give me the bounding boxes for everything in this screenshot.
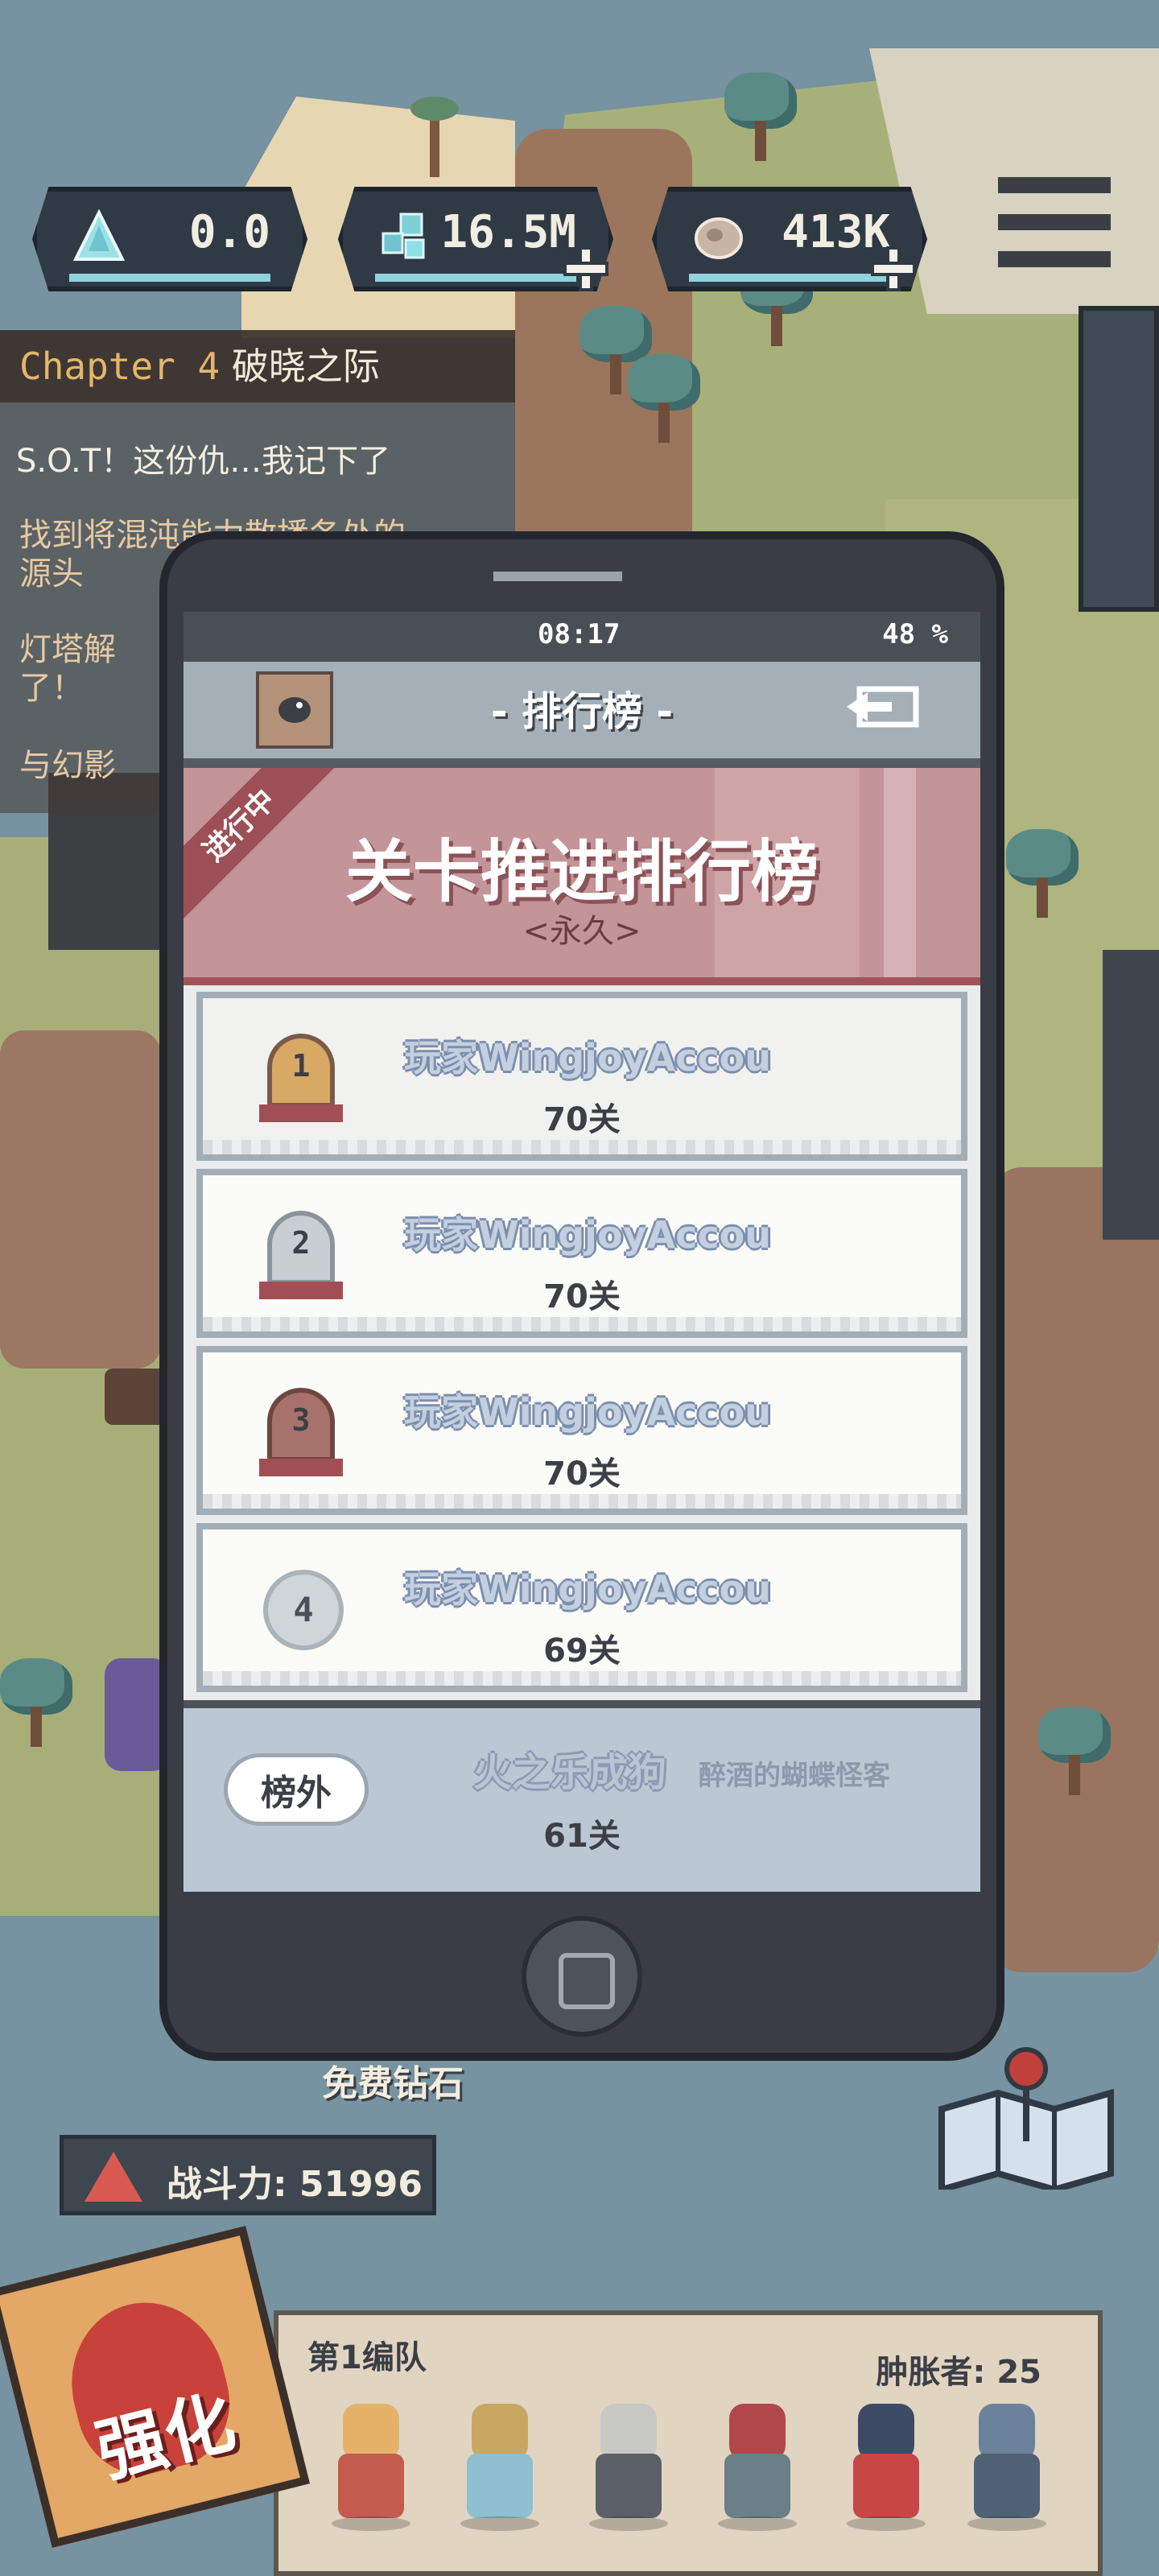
table-row[interactable]: 4 玩家WingjoyAccou 69关 <box>196 1523 967 1692</box>
status-bar: 08:17 48 % <box>184 612 980 662</box>
map-icon[interactable] <box>934 2045 1119 2190</box>
tree <box>724 72 797 161</box>
dirt-path-left <box>0 1030 161 1368</box>
my-player-name: 火之乐成狗 <box>473 1750 667 1795</box>
add-ore-plus-icon[interactable] <box>871 246 916 291</box>
rank-number: 3 <box>291 1402 311 1438</box>
leaderboard-title: 关卡推进排行榜 <box>344 832 819 911</box>
quest-item[interactable]: S.O.T！这份仇…我记下了 <box>16 435 390 481</box>
hero-portrait[interactable] <box>842 2404 930 2533</box>
back-arrow-icon[interactable] <box>843 683 924 731</box>
player-level: 70关 <box>543 1101 621 1138</box>
gem-cluster-icon <box>382 213 425 259</box>
table-row[interactable]: 2 玩家WingjoyAccou 70关 <box>196 1169 967 1338</box>
gem-value: 16.5M <box>440 206 576 258</box>
hero-portrait[interactable] <box>584 2404 673 2533</box>
ore-rock-icon <box>695 217 743 259</box>
team-name: 第1编队 <box>307 2339 427 2376</box>
add-gems-plus-icon[interactable] <box>563 246 608 291</box>
chapter-number: Chapter 4 <box>19 345 221 388</box>
status-time: 08:17 <box>538 618 621 650</box>
crystal-bar <box>69 274 270 282</box>
player-name: 玩家WingjoyAccou <box>404 1213 772 1257</box>
quest-item[interactable]: 与幻影 <box>19 739 116 786</box>
player-level: 70关 <box>543 1455 621 1492</box>
crystal-counter[interactable]: 0.0 <box>32 187 307 291</box>
tree <box>0 1658 72 1747</box>
crystal-value: 0.0 <box>188 206 270 258</box>
quest-item-continued: 源头 <box>19 555 84 592</box>
player-name: 玩家WingjoyAccou <box>404 1567 772 1611</box>
quest-item-continued: 了！ <box>19 670 84 707</box>
ore-bar <box>689 274 890 282</box>
gem-bar <box>375 274 576 282</box>
player-level: 69关 <box>543 1633 621 1670</box>
player-name: 玩家WingjoyAccou <box>404 1390 772 1434</box>
status-battery: 48 % <box>882 618 948 650</box>
swell-count: 肿胀者: 25 <box>876 2354 1041 2391</box>
my-player-title: 醉酒的蝴蝶怪客 <box>699 1760 890 1792</box>
phone-screen: 08:17 48 % - 排行榜 - 进行中 关卡推进排行榜 <永久> 1 玩家… <box>184 612 980 1892</box>
home-button[interactable] <box>522 1916 642 2037</box>
free-gem-label[interactable]: 免费钻石 <box>322 2054 464 2106</box>
phone-speaker <box>493 572 622 581</box>
hero-portrait[interactable] <box>456 2404 544 2533</box>
chapter-header: Chapter 4 破晓之际 <box>0 330 515 402</box>
crystal-icon <box>72 209 126 261</box>
hero-portrait[interactable] <box>963 2404 1051 2533</box>
machine-structure <box>1103 950 1159 1240</box>
tree <box>1038 1707 1111 1795</box>
rank-number: 2 <box>291 1225 311 1261</box>
leaderboard-banner: 进行中 关卡推进排行榜 <永久> <box>184 768 980 985</box>
player-name: 玩家WingjoyAccou <box>404 1036 772 1080</box>
player-level: 70关 <box>543 1278 621 1315</box>
phone-device: 08:17 48 % - 排行榜 - 进行中 关卡推进排行榜 <永久> 1 玩家… <box>159 531 1004 2061</box>
dirt-path-right <box>990 1167 1159 1972</box>
combat-power-panel: 战斗力: 51996 <box>60 2135 436 2215</box>
my-level: 61关 <box>543 1818 621 1855</box>
hero-portrait[interactable] <box>713 2404 802 2533</box>
tree <box>628 354 700 443</box>
chapter-title: 破晓之际 <box>231 345 380 388</box>
rank-number: 1 <box>291 1048 311 1084</box>
table-row[interactable]: 3 玩家WingjoyAccou 70关 <box>196 1346 967 1515</box>
palm-tree <box>410 89 459 177</box>
table-row[interactable]: 1 玩家WingjoyAccou 70关 <box>196 992 967 1161</box>
hamburger-menu-icon[interactable] <box>982 161 1127 290</box>
hero-portrait[interactable] <box>327 2404 415 2533</box>
leaderboard-period: <永久> <box>522 913 641 950</box>
my-rank-row[interactable]: 榜外 火之乐成狗 醉酒的蝴蝶怪客 61关 <box>184 1700 980 1892</box>
tree <box>1006 829 1079 918</box>
warning-icon <box>85 2152 142 2202</box>
app-titlebar: - 排行榜 - <box>184 662 980 768</box>
team-panel[interactable]: 第1编队 肿胀者: 25 <box>274 2310 1103 2576</box>
combat-power-label: 战斗力: 51996 <box>167 2164 423 2205</box>
tower-structure <box>1079 306 1159 612</box>
